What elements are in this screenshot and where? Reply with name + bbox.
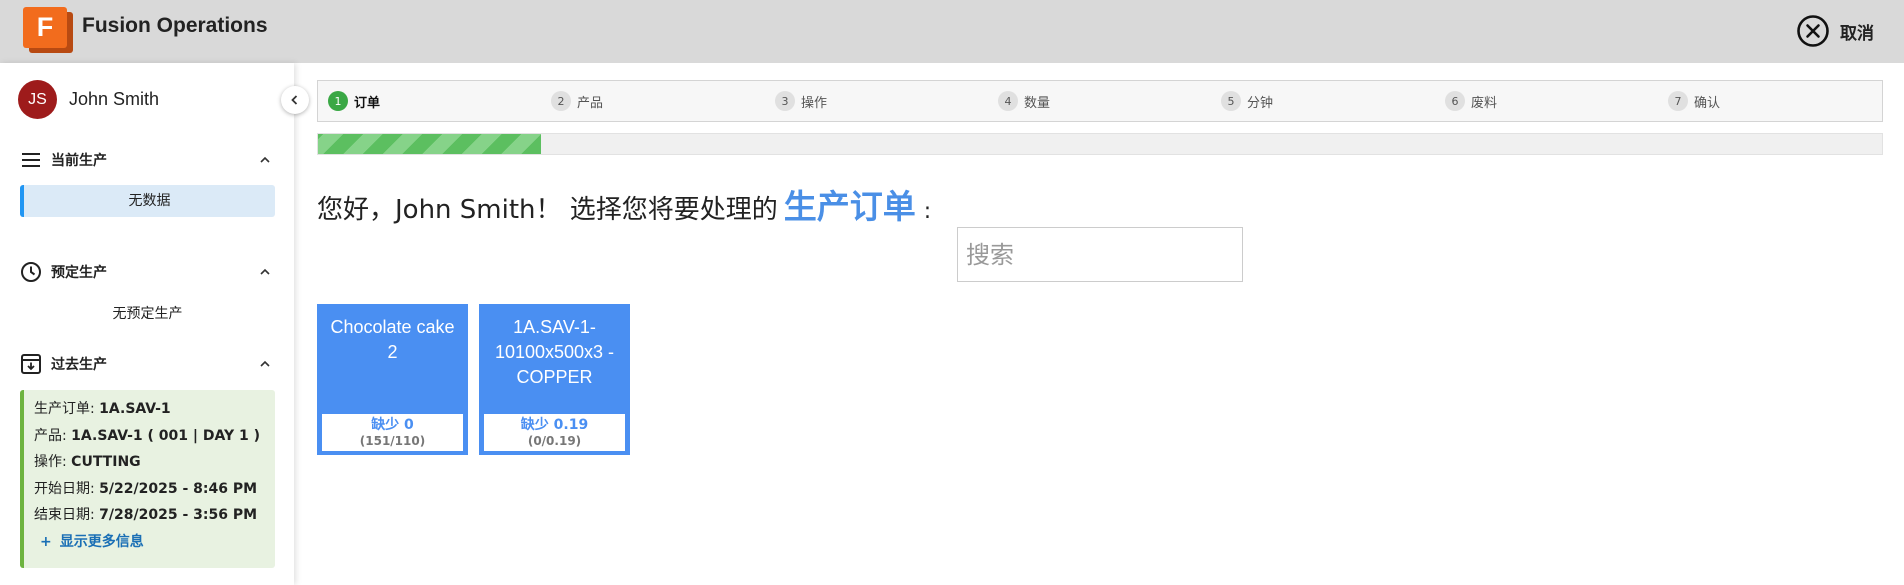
past-order-row: 生产订单: 1A.SAV-1 [34,401,171,417]
greeting-prefix: 您好，John Smith！ 选择您将要处理的 [317,195,778,225]
collapse-sidebar-button[interactable] [281,86,309,114]
current-production-empty: 无数据 [20,185,275,217]
order-card[interactable]: 1A.SAV-1-10100x500x3 - COPPER 缺少 0.19 (0… [479,304,630,455]
order-ratio: (151/110) [359,434,426,448]
step-minutes[interactable]: 5 分钟 [1221,91,1273,111]
past-start-date-row: 开始日期: 5/22/2025 - 8:46 PM [34,480,258,497]
sidebar: JS John Smith 当前生产 无数据 预定生产 无预定生产 过去生产 生… [0,63,294,585]
greeting-highlight: 生产订单 [783,187,916,226]
chevron-up-icon [260,360,270,367]
menu-lines-icon [20,149,42,171]
order-title: 1A.SAV-1-10100x500x3 - COPPER [494,317,615,387]
greeting-text: 您好，John Smith！ 选择您将要处理的 生产订单 : [317,180,931,228]
past-production-title: 过去生产 [51,357,107,373]
cancel-label: 取消 [1840,23,1874,44]
past-production-card: 生产订单: 1A.SAV-1 产品: 1A.SAV-1 ( 001 | DAY … [20,390,275,568]
current-production-title: 当前生产 [51,153,107,169]
progress-fill [318,134,542,154]
plus-icon: + [40,533,52,550]
wizard-progress-bar [317,133,1883,155]
past-operation-row: 操作: CUTTING [34,454,141,470]
cancel-button[interactable]: 取消 [1796,14,1874,48]
scheduled-production-empty: 无预定生产 [112,306,183,322]
order-title: Chocolate cake 2 [330,317,455,362]
fusion-logo: F [23,7,73,53]
chevron-left-icon [291,95,298,105]
user-profile: JS John Smith [18,80,159,119]
order-ratio: (0/0.19) [527,434,582,448]
order-card[interactable]: Chocolate cake 2 缺少 0 (151/110) [317,304,468,455]
clock-icon [20,261,42,283]
wizard-stepper: 1 订单 2 产品 3 操作 4 数量 5 分钟 6 废料 7 确认 [317,80,1883,122]
chevron-up-icon [260,268,270,275]
show-more-info-link[interactable]: + 显示更多信息 [40,529,265,555]
step-operation[interactable]: 3 操作 [775,91,827,111]
step-scrap[interactable]: 6 废料 [1445,91,1497,111]
step-product[interactable]: 2 产品 [551,91,603,111]
top-bar: F Fusion Operations 取消 [0,0,1904,63]
scheduled-production-title: 预定生产 [51,265,107,281]
chevron-up-icon [260,156,270,163]
step-quantity[interactable]: 4 数量 [998,91,1050,111]
past-product-row: 产品: 1A.SAV-1 ( 001 | DAY 1 ) [34,427,261,444]
past-end-date-row: 结束日期: 7/28/2025 - 3:56 PM [34,507,258,523]
order-shortage: 缺少 0.19 [520,417,589,433]
avatar: JS [18,80,57,119]
app-title: Fusion Operations [82,14,268,37]
order-footer: 缺少 0 (151/110) [322,414,463,451]
order-footer: 缺少 0.19 (0/0.19) [484,414,625,451]
step-order[interactable]: 1 订单 [328,91,380,111]
close-circle-icon [1797,15,1829,47]
download-box-icon [20,353,42,375]
search-input[interactable] [957,227,1243,282]
past-production-header[interactable]: 过去生产 [20,352,272,376]
step-confirm[interactable]: 7 确认 [1668,91,1720,111]
order-shortage: 缺少 0 [371,417,414,433]
user-name: John Smith [69,89,160,109]
scheduled-production-header[interactable]: 预定生产 [20,260,272,284]
greeting-suffix: : [923,199,932,224]
current-production-header[interactable]: 当前生产 [20,148,272,172]
